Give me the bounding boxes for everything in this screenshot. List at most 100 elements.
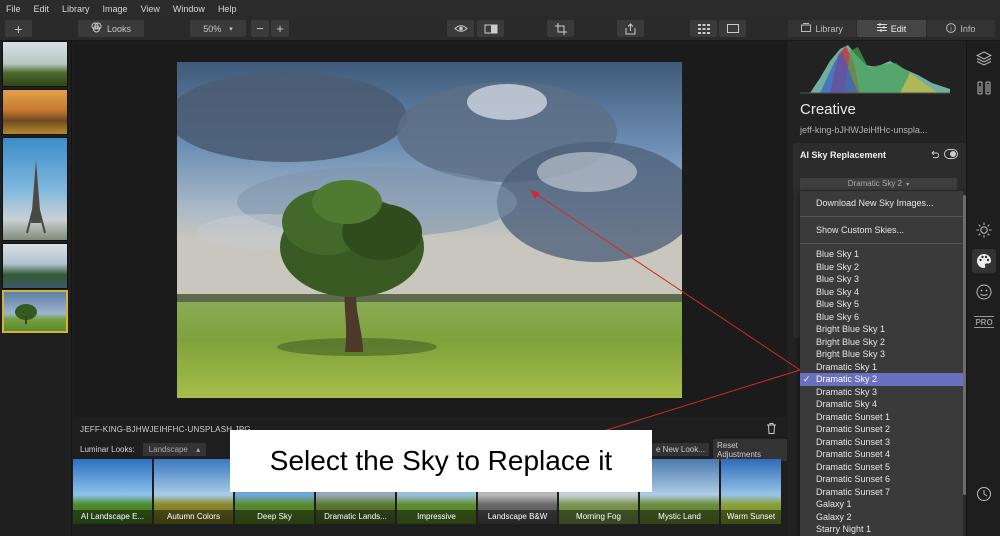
sky-option[interactable]: Blue Sky 6	[800, 311, 964, 324]
sky-option[interactable]: Galaxy 2	[800, 511, 964, 524]
sky-tool-title[interactable]: AI Sky Replacement	[800, 150, 886, 160]
history-clock-icon[interactable]	[975, 485, 993, 503]
tab-edit[interactable]: Edit	[857, 20, 926, 37]
menu-view[interactable]: View	[141, 4, 160, 14]
sky-option[interactable]: Bright Blue Sky 3	[800, 348, 964, 361]
filmstrip-thumb[interactable]	[2, 243, 68, 289]
preview-eye-icon[interactable]	[447, 20, 474, 37]
zoom-select[interactable]: 50% ▾	[190, 20, 246, 37]
share-icon[interactable]	[617, 20, 644, 37]
tab-library-label: Library	[815, 23, 843, 34]
zoom-in-button[interactable]: +	[271, 20, 289, 37]
show-custom-skies-item[interactable]: Show Custom Skies...	[800, 221, 964, 239]
essentials-sun-icon[interactable]	[975, 221, 993, 239]
filmstrip-thumb[interactable]	[2, 89, 68, 135]
sky-option[interactable]: Dramatic Sunset 3	[800, 436, 964, 449]
sky-option-selected[interactable]: ✓ Dramatic Sky 2	[800, 373, 964, 386]
single-view-icon[interactable]	[719, 20, 746, 37]
library-icon	[801, 23, 812, 34]
pro-icon[interactable]: PRO	[973, 315, 995, 329]
crop-icon[interactable]	[547, 20, 574, 37]
sky-option-label: Dramatic Sky 4	[816, 399, 878, 409]
panel-title: Creative	[800, 101, 856, 118]
sky-option[interactable]: Dramatic Sky 1	[800, 361, 964, 374]
tab-library[interactable]: Library	[788, 20, 857, 37]
sky-select-value: Dramatic Sky 2	[847, 179, 902, 188]
sky-option-label: Dramatic Sunset 7	[816, 486, 891, 497]
sky-option[interactable]: Starry Night 1	[800, 523, 964, 536]
zoom-out-button[interactable]: −	[251, 20, 269, 37]
visibility-toggle-icon[interactable]	[944, 149, 958, 162]
sky-option-label: Dramatic Sunset 4	[816, 449, 891, 459]
menu-window[interactable]: Window	[173, 4, 205, 14]
sky-option[interactable]: Dramatic Sky 3	[800, 386, 964, 399]
layers-icon[interactable]	[975, 49, 993, 67]
download-skies-item[interactable]: Download New Sky Images...	[800, 194, 964, 212]
undo-icon[interactable]	[930, 150, 940, 162]
canvas-adjust-icon[interactable]	[975, 79, 993, 97]
trash-icon[interactable]	[767, 423, 776, 436]
menu-library[interactable]: Library	[62, 4, 90, 14]
sky-option-label: Dramatic Sunset 2	[816, 424, 891, 434]
main-photo[interactable]	[177, 62, 682, 398]
sky-option[interactable]: Bright Blue Sky 2	[800, 336, 964, 349]
sky-option-label: Dramatic Sunset 6	[816, 474, 891, 484]
reset-adjustments-button[interactable]: Reset Adjustments	[713, 438, 787, 461]
image-canvas	[73, 41, 787, 417]
save-new-look-button[interactable]: e New Look...	[652, 443, 709, 456]
tree-graphic	[15, 304, 37, 324]
sky-option[interactable]: Dramatic Sky 4	[800, 398, 964, 411]
sky-option-label: Galaxy 2	[816, 511, 852, 522]
compare-icon[interactable]	[477, 20, 504, 37]
sky-option-label: Blue Sky 5	[816, 299, 860, 309]
tool-icon-column: PRO	[966, 41, 1000, 536]
look-label: Mystic Land	[640, 510, 719, 524]
menu-edit[interactable]: Edit	[34, 4, 50, 14]
sky-option-label: Dramatic Sky 3	[816, 386, 878, 397]
grid-view-icon[interactable]	[690, 20, 717, 37]
instruction-callout: Select the Sky to Replace it	[230, 430, 652, 492]
sky-option-label: Blue Sky 2	[816, 261, 860, 272]
sky-option[interactable]: Dramatic Sunset 2	[800, 423, 964, 436]
tab-info[interactable]: i Info	[926, 20, 995, 37]
sky-select[interactable]: Dramatic Sky 2 ▾	[800, 178, 957, 190]
look-label: Dramatic Lands...	[316, 510, 395, 524]
look-label: Deep Sky	[235, 510, 314, 524]
sky-option[interactable]: Galaxy 1	[800, 498, 964, 511]
sky-option[interactable]: Dramatic Sunset 6	[800, 473, 964, 486]
sky-option[interactable]: Dramatic Sunset 4	[800, 448, 964, 461]
looks-category-select[interactable]: Landscape ▴	[142, 443, 207, 456]
sky-option[interactable]: Dramatic Sunset 7	[800, 486, 964, 499]
portrait-face-icon[interactable]	[975, 283, 993, 301]
sky-option-label: Blue Sky 4	[816, 286, 860, 297]
filmstrip-thumb-active[interactable]	[2, 290, 68, 333]
add-images-button[interactable]: +	[5, 20, 32, 37]
image-filename: JEFF-KING-BJHWJEIHFHC-UNSPLASH.JPG	[80, 424, 251, 434]
sky-option[interactable]: Blue Sky 5	[800, 298, 964, 311]
info-icon: i	[946, 22, 957, 35]
sky-option[interactable]: Blue Sky 1	[800, 248, 964, 261]
menu-file[interactable]: File	[6, 4, 21, 14]
chevron-down-icon: ▾	[906, 182, 910, 188]
sky-option[interactable]: Blue Sky 4	[800, 286, 964, 299]
creative-palette-icon[interactable]	[972, 249, 996, 273]
filmstrip-thumb[interactable]	[2, 41, 68, 87]
look-thumb[interactable]: AI Landscape E...	[73, 459, 152, 524]
filmstrip-thumb[interactable]	[2, 137, 68, 241]
sky-option[interactable]: Bright Blue Sky 1	[800, 323, 964, 336]
look-label: Autumn Colors	[154, 510, 233, 524]
panel-filename: jeff-king-bJHWJeiHfHc-unspla...	[800, 125, 928, 135]
look-thumb[interactable]: Autumn Colors	[154, 459, 233, 524]
sky-option[interactable]: Blue Sky 3	[800, 273, 964, 286]
sky-option-label: Blue Sky 1	[816, 249, 860, 259]
look-thumb[interactable]: Warm Sunset	[721, 459, 781, 524]
sky-option[interactable]: Blue Sky 2	[800, 261, 964, 274]
sky-option-label: Starry Night 1	[816, 524, 872, 534]
svg-text:PRO: PRO	[975, 318, 992, 327]
looks-label: Looks	[106, 23, 132, 34]
sky-option[interactable]: Dramatic Sunset 5	[800, 461, 964, 474]
menu-image[interactable]: Image	[103, 4, 128, 14]
menu-help[interactable]: Help	[218, 4, 237, 14]
sky-option[interactable]: Dramatic Sunset 1	[800, 411, 964, 424]
looks-button[interactable]: Looks	[78, 20, 144, 37]
